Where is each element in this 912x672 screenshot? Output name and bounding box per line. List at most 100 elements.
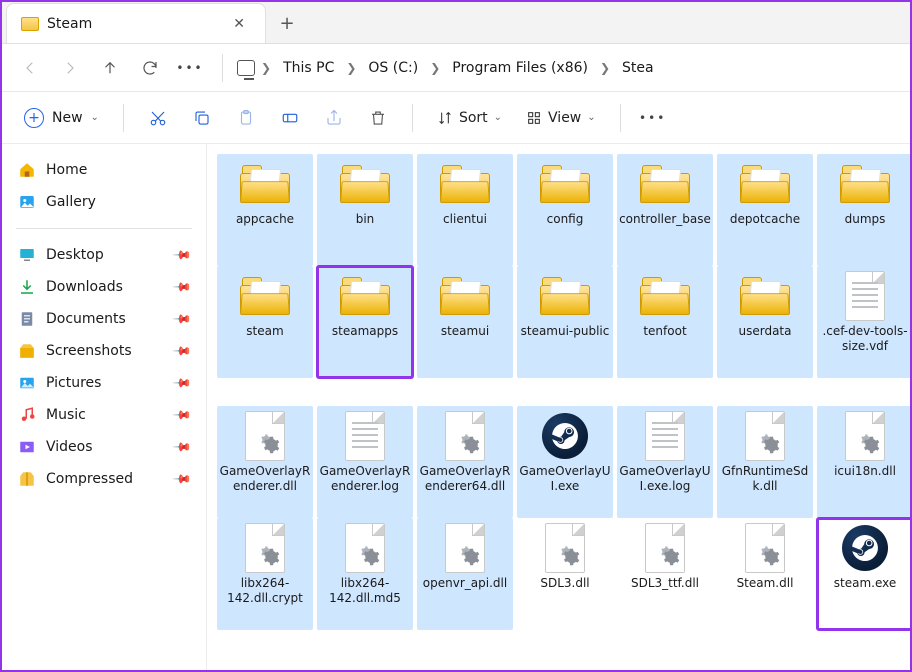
refresh-button[interactable] [132, 50, 168, 86]
file-item[interactable]: steam [217, 266, 313, 378]
folder-icon [636, 272, 694, 320]
file-name: steamapps [332, 324, 398, 339]
back-button[interactable] [12, 50, 48, 86]
file-item[interactable]: Steam.dll [717, 518, 813, 630]
file-item[interactable]: config [517, 154, 613, 266]
file-item[interactable]: steamapps [317, 266, 413, 378]
chevron-right-icon[interactable]: ❯ [600, 61, 610, 75]
sidebar-item-documents[interactable]: Documents 📌 [8, 303, 200, 335]
crumb-steam[interactable]: Stea [616, 56, 660, 80]
sidebar-item-screenshots[interactable]: Screenshots 📌 [8, 335, 200, 367]
file-item[interactable]: dumps [817, 154, 910, 266]
crumb-this-pc[interactable]: This PC [277, 56, 340, 80]
chevron-down-icon: ⌄ [91, 112, 99, 123]
file-item[interactable]: bin [317, 154, 413, 266]
file-item[interactable]: GfnRuntimeSdk.dll [717, 406, 813, 518]
file-item[interactable]: steamui-public [517, 266, 613, 378]
up-button[interactable] [92, 50, 128, 86]
cut-button[interactable] [138, 100, 178, 136]
file-item[interactable]: steam.exe [817, 518, 910, 630]
sidebar-item-label: Videos [46, 439, 93, 455]
pin-icon: 📌 [172, 309, 192, 329]
pin-icon: 📌 [172, 405, 192, 425]
sidebar-item-label: Documents [46, 311, 126, 327]
crumb-drive[interactable]: OS (C:) [362, 56, 424, 80]
crumb-program-files[interactable]: Program Files (x86) [446, 56, 594, 80]
dll-icon [236, 524, 294, 572]
sidebar-item-pictures[interactable]: Pictures 📌 [8, 367, 200, 399]
file-item[interactable]: controller_base [617, 154, 713, 266]
sidebar-item-home[interactable]: Home [8, 154, 200, 186]
file-item[interactable]: steamui [417, 266, 513, 378]
sidebar-item-music[interactable]: Music 📌 [8, 399, 200, 431]
tab-title: Steam [47, 16, 219, 32]
toolbar-more-button[interactable]: ••• [635, 100, 671, 136]
folder-icon [236, 272, 294, 320]
sidebar-item-videos[interactable]: Videos 📌 [8, 431, 200, 463]
pin-icon: 📌 [172, 245, 192, 265]
chevron-right-icon[interactable]: ❯ [346, 61, 356, 75]
pc-icon [237, 59, 255, 77]
chevron-right-icon[interactable]: ❯ [261, 61, 271, 75]
folder-icon [336, 272, 394, 320]
nav-more-button[interactable]: ••• [172, 50, 208, 86]
file-item[interactable]: openvr_api.dll [417, 518, 513, 630]
file-item[interactable]: SDL3_ttf.dll [617, 518, 713, 630]
sidebar-item-compressed[interactable]: Compressed 📌 [8, 463, 200, 495]
file-item[interactable]: clientui [417, 154, 513, 266]
separator [16, 228, 192, 229]
file-item[interactable]: GameOverlayRenderer64.dll [417, 406, 513, 518]
file-item[interactable]: appcache [217, 154, 313, 266]
file-list[interactable]: appcache bin clientui config controller_… [207, 144, 910, 670]
file-item[interactable]: libx264-142.dll.crypt [217, 518, 313, 630]
folder-icon [536, 272, 594, 320]
file-item[interactable]: tenfoot [617, 266, 713, 378]
sidebar-item-gallery[interactable]: Gallery [8, 186, 200, 218]
navigation-pane: Home Gallery Desktop 📌 Downloads 📌 Docum… [2, 144, 207, 670]
window-tab[interactable]: Steam ✕ [6, 3, 266, 43]
new-tab-button[interactable]: + [266, 3, 308, 43]
chevron-down-icon: ⌄ [587, 112, 595, 123]
file-name: SDL3_ttf.dll [631, 576, 699, 591]
sidebar-item-label: Desktop [46, 247, 104, 263]
rename-button[interactable] [270, 100, 310, 136]
file-name: libx264-142.dll.md5 [319, 576, 411, 606]
new-button[interactable]: + New ⌄ [14, 102, 109, 134]
delete-button[interactable] [358, 100, 398, 136]
breadcrumb[interactable]: ❯ This PC ❯ OS (C:) ❯ Program Files (x86… [237, 56, 900, 80]
sort-button[interactable]: Sort ⌄ [427, 104, 512, 132]
file-item[interactable]: GameOverlayRenderer.log [317, 406, 413, 518]
folder-icon [636, 160, 694, 208]
file-item[interactable]: GameOverlayRenderer.dll [217, 406, 313, 518]
documents-icon [18, 310, 36, 328]
sort-label: Sort [459, 110, 488, 126]
file-item[interactable]: depotcache [717, 154, 813, 266]
file-item[interactable]: .cef-dev-tools-size.vdf [817, 266, 910, 378]
pictures-icon [18, 374, 36, 392]
dll-icon [536, 524, 594, 572]
chevron-down-icon: ⌄ [494, 112, 502, 123]
file-name: GameOverlayRenderer.log [319, 464, 411, 494]
paste-button[interactable] [226, 100, 266, 136]
file-item[interactable]: GameOverlayUI.exe.log [617, 406, 713, 518]
textfile-icon [836, 272, 894, 320]
folder-icon [436, 272, 494, 320]
screenshots-icon [18, 342, 36, 360]
view-button[interactable]: View ⌄ [516, 104, 606, 132]
sidebar-item-downloads[interactable]: Downloads 📌 [8, 271, 200, 303]
file-name: steamui [441, 324, 489, 339]
file-item[interactable]: libx264-142.dll.md5 [317, 518, 413, 630]
forward-button[interactable] [52, 50, 88, 86]
close-tab-button[interactable]: ✕ [227, 14, 251, 34]
sidebar-item-desktop[interactable]: Desktop 📌 [8, 239, 200, 271]
share-button[interactable] [314, 100, 354, 136]
file-item[interactable]: SDL3.dll [517, 518, 613, 630]
copy-button[interactable] [182, 100, 222, 136]
file-item[interactable]: userdata [717, 266, 813, 378]
file-item[interactable]: icui18n.dll [817, 406, 910, 518]
file-name: tenfoot [643, 324, 686, 339]
chevron-right-icon[interactable]: ❯ [430, 61, 440, 75]
pin-icon: 📌 [172, 469, 192, 489]
dll-icon [736, 412, 794, 460]
file-item[interactable]: GameOverlayUI.exe [517, 406, 613, 518]
